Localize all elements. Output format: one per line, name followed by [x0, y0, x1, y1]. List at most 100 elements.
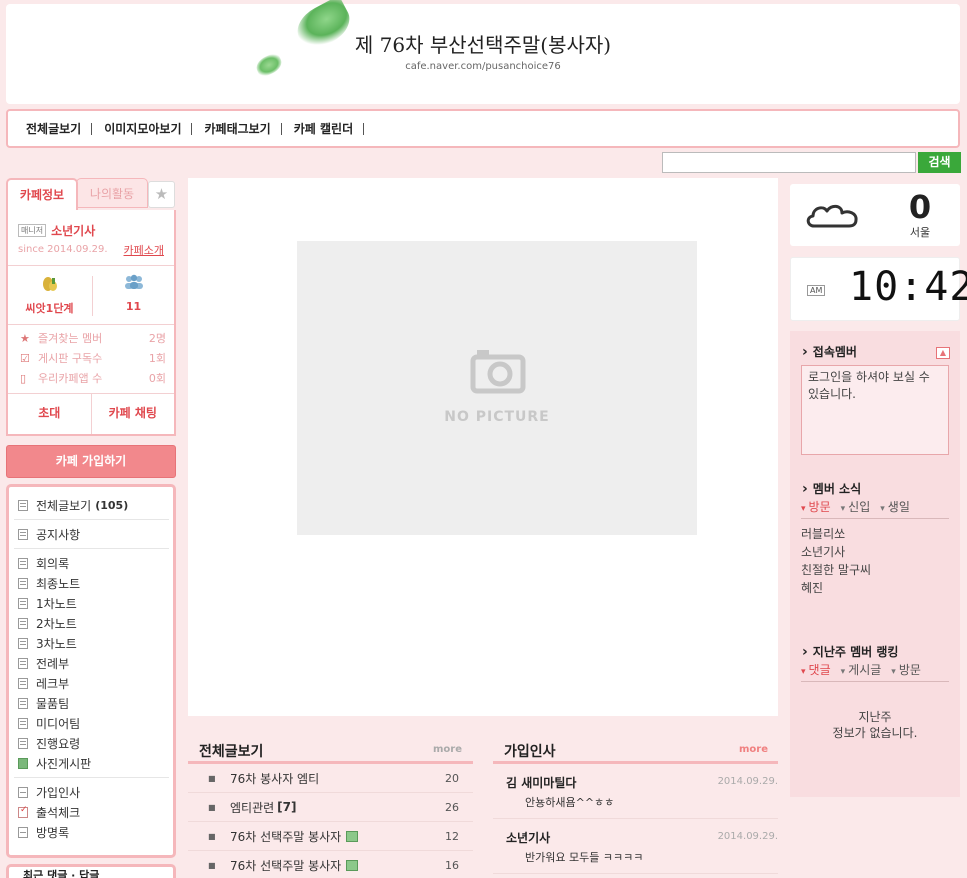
divider: [14, 777, 169, 778]
member-name[interactable]: 혜진: [801, 579, 871, 597]
board-notice[interactable]: 공지사항: [18, 524, 80, 544]
board-item[interactable]: 진행요령: [18, 733, 80, 753]
action-row: 초대 카페 채팅: [8, 393, 174, 434]
menu-calendar[interactable]: 카페 캘린더: [294, 122, 365, 135]
online-members-box: 로그인을 하셔야 보실 수 있습니다.: [801, 365, 949, 455]
member-name[interactable]: 친절한 말구씨: [801, 561, 871, 579]
post-title[interactable]: 76차 선택주말 봉사자: [230, 857, 341, 874]
post-title[interactable]: 76차 선택주말 봉사자: [230, 828, 341, 845]
search-input[interactable]: [662, 152, 916, 173]
board-label: 출석체크: [36, 805, 81, 820]
greeting-author[interactable]: 소년기사: [506, 829, 550, 846]
image-board-icon: [18, 757, 28, 769]
board-item[interactable]: 회의록: [18, 553, 69, 573]
tab-visits[interactable]: 방문: [891, 661, 921, 678]
post-title[interactable]: 엠티관련: [230, 799, 274, 816]
cafe-title[interactable]: 제 76차 부산선택주말(봉사자): [0, 29, 966, 58]
board-icon: [18, 826, 28, 838]
seed-icon: [8, 274, 91, 296]
tab-posts[interactable]: 게시글: [841, 661, 881, 678]
member-news-tabs: 방문 신입 생일: [801, 498, 949, 519]
member-name[interactable]: 러블리쏘: [801, 525, 871, 543]
tab-cafe-info[interactable]: 카페정보: [6, 178, 78, 212]
member-news-title: 멤버 소식: [802, 480, 861, 497]
tab-comments[interactable]: 댓글: [801, 661, 831, 678]
board-item[interactable]: 출석체크: [18, 802, 80, 822]
board-item[interactable]: 2차노트: [18, 613, 77, 633]
greetings-more-link[interactable]: more: [739, 744, 768, 755]
board-item[interactable]: 물품팀: [18, 693, 69, 713]
member-count[interactable]: 11: [92, 274, 175, 313]
board-item[interactable]: 방명록: [18, 822, 69, 842]
collapse-icon[interactable]: ▲: [936, 347, 950, 359]
board-label: 전례부: [36, 656, 70, 671]
no-picture-placeholder: NO PICTURE: [297, 241, 697, 535]
board-item[interactable]: 가입인사: [18, 782, 80, 802]
post-row[interactable]: ■ 76차 선택주말 봉사자 12: [188, 822, 473, 851]
main-image-panel: NO PICTURE: [188, 178, 778, 716]
greeting-item[interactable]: 김 새미마틸다 2014.09.29. 안뇽하새욤^^ㅎㅎ: [493, 765, 778, 819]
stat-board-subscriptions[interactable]: ☑ 게시판 구독수 1회: [20, 349, 166, 369]
greeting-author[interactable]: 김 새미마틸다: [506, 774, 576, 791]
temperature: 0: [908, 188, 932, 226]
clock-time: 10:42: [849, 264, 967, 310]
greeting-item[interactable]: 소년기사 2014.09.29. 반가워요 모두들 ㅋㅋㅋㅋ: [493, 820, 778, 874]
join-cafe-button[interactable]: 카페 가입하기: [6, 445, 176, 478]
all-posts-title[interactable]: 전체글보기: [199, 741, 263, 761]
greetings-title[interactable]: 가입인사: [504, 741, 556, 761]
menu-tags[interactable]: 카페태그보기: [204, 122, 282, 135]
invite-button[interactable]: 초대: [8, 393, 92, 434]
board-item[interactable]: 미디어팀: [18, 713, 80, 733]
board-item[interactable]: 레크부: [18, 673, 69, 693]
camera-icon: [470, 350, 526, 394]
manager-row: 매니저 소년기사: [18, 222, 95, 239]
stat-label: 즐겨찾는 멤버: [38, 332, 103, 345]
board-all-posts[interactable]: 전체글보기 (105): [18, 495, 128, 515]
board-item[interactable]: 1차노트: [18, 593, 77, 613]
tab-new[interactable]: 신입: [841, 498, 870, 515]
menu-all-posts[interactable]: 전체글보기: [26, 122, 93, 135]
board-label: 사진게시판: [36, 756, 92, 771]
online-members-title: 접속멤버: [802, 343, 857, 360]
tab-visit[interactable]: 방문: [801, 498, 831, 515]
cafe-level[interactable]: 씨앗1단계: [8, 274, 91, 316]
board-item[interactable]: 사진게시판: [18, 753, 91, 773]
board-item[interactable]: 최종노트: [18, 573, 80, 593]
weather-city: 서울: [909, 226, 931, 239]
cafe-info-box: 매니저 소년기사 since 2014.09.29. 카페소개 씨앗1단계 11…: [6, 210, 176, 436]
tab-birthday[interactable]: 생일: [880, 498, 910, 515]
cafe-chat-button[interactable]: 카페 채팅: [92, 393, 175, 434]
member-name[interactable]: 소년기사: [801, 543, 871, 561]
board-icon: [18, 499, 28, 511]
greeting-message[interactable]: 안뇽하새욤^^ㅎㅎ: [525, 794, 614, 810]
cloud-icon: [806, 204, 858, 228]
post-row[interactable]: ■ 76차 봉사자 엠티 20: [188, 764, 473, 793]
board-item[interactable]: 전례부: [18, 653, 69, 673]
post-row[interactable]: ■ 엠티관련 [7] 26: [188, 793, 473, 822]
post-row[interactable]: ■ 76차 선택주말 봉사자 16: [188, 851, 473, 878]
bullet: ■: [208, 802, 216, 812]
tab-my-activity[interactable]: 나의활동: [76, 178, 148, 208]
cafe-url[interactable]: cafe.naver.com/pusanchoice76: [0, 61, 966, 72]
post-view-count: 20: [445, 771, 459, 785]
star-icon[interactable]: ★: [148, 181, 175, 208]
greeting-message[interactable]: 반가워요 모두들 ㅋㅋㅋㅋ: [525, 849, 643, 865]
board-icon: [18, 597, 28, 609]
divider: [8, 324, 174, 325]
all-posts-more-link[interactable]: more: [433, 744, 462, 755]
board-item[interactable]: 3차노트: [18, 633, 77, 653]
board-icon: [18, 528, 28, 540]
board-icon: [18, 786, 28, 798]
manager-name[interactable]: 소년기사: [51, 222, 95, 239]
menu-image-gallery[interactable]: 이미지모아보기: [104, 122, 193, 135]
search-button[interactable]: 검색: [918, 152, 961, 173]
image-attached-icon: [346, 859, 359, 871]
stat-app-count[interactable]: ▯ 우리카페앱 수 0회: [20, 369, 166, 389]
stat-favorite-members[interactable]: ★ 즐겨찾는 멤버 2명: [20, 329, 166, 349]
board-icon: [18, 617, 28, 629]
cafe-intro-link[interactable]: 카페소개: [124, 242, 164, 258]
post-title[interactable]: 76차 봉사자 엠티: [230, 770, 319, 787]
divider: [493, 761, 778, 764]
divider: [14, 519, 169, 520]
weather-widget[interactable]: 0 서울: [790, 184, 960, 246]
